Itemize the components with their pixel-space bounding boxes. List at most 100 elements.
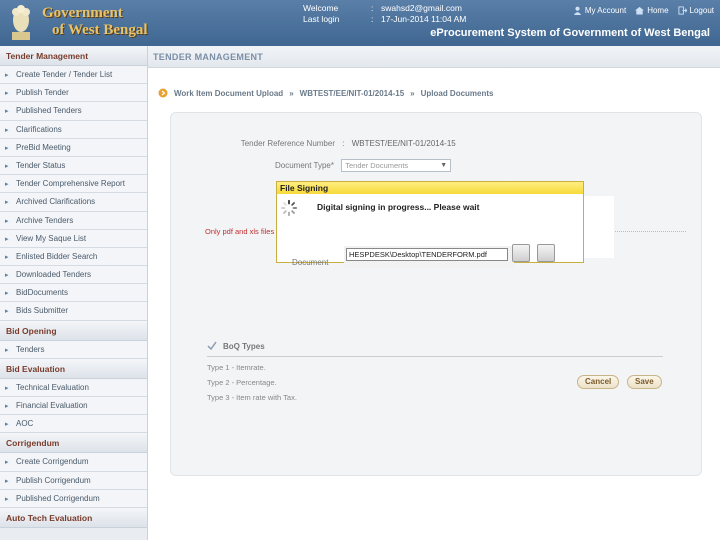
my-account-label: My Account <box>584 6 627 15</box>
sidebar-item-prebid-meeting[interactable]: ▸ PreBid Meeting <box>0 138 147 157</box>
chevron-right-icon: ▸ <box>5 108 9 116</box>
sidebar-item-label: BidDocuments <box>16 288 69 298</box>
state-emblem-icon <box>12 5 30 40</box>
file-path-input[interactable]: HESPDESK\Desktop\TENDERFORM.pdf <box>346 248 508 261</box>
chevron-right-icon: ▸ <box>5 384 9 392</box>
government-title: Government of West Bengal <box>42 5 148 39</box>
chevron-right-icon: ▸ <box>5 253 9 261</box>
sidebar-item-financial-evaluation[interactable]: ▸ Financial Evaluation <box>0 397 147 416</box>
upload-button[interactable] <box>537 244 555 262</box>
logout-link[interactable]: Logout <box>677 6 714 15</box>
chevron-right-icon: ▸ <box>5 495 9 503</box>
sidebar-item-downloaded-tenders[interactable]: ▸ Downloaded Tenders <box>0 266 147 285</box>
sidebar-item-tender-status[interactable]: ▸ Tender Status <box>0 156 147 176</box>
document-type-select[interactable]: Tender Documents ▼ <box>341 159 452 172</box>
sidebar-item-label: Financial Evaluation <box>16 401 88 410</box>
chevron-right-icon: ▸ <box>5 126 9 134</box>
boq-title: BoQ Types <box>223 341 265 351</box>
sidebar-item-publish-tender[interactable]: ▸ Publish Tender <box>0 84 147 103</box>
my-account-link[interactable]: My Account <box>573 6 626 15</box>
sidebar-item-archived-clarifications[interactable]: ▸ Archived Clarifications <box>0 193 147 212</box>
welcome-label: Welcome <box>303 3 339 13</box>
arrow-circle-icon <box>158 88 168 98</box>
breadcrumb-separator: » <box>410 88 415 98</box>
sidebar-item-label: Create Corrigendum <box>16 457 89 467</box>
breadcrumb: Work Item Document Upload » WBTEST/EE/NI… <box>158 88 494 98</box>
sidebar-item-technical-evaluation[interactable]: ▸ Technical Evaluation <box>0 378 147 397</box>
system-title: eProcurement System of Government of Wes… <box>430 27 710 39</box>
sidebar-item-comprehensive-report[interactable]: ▸ Tender Comprehensive Report <box>0 175 147 194</box>
document-label: Document <box>292 258 329 267</box>
browse-button[interactable] <box>512 244 530 262</box>
chevron-right-icon: ▸ <box>5 477 9 485</box>
sidebar-item-aoc[interactable]: ▸ AOC <box>0 415 147 434</box>
sidebar-item-label: Technical Evaluation <box>16 382 89 392</box>
home-icon <box>635 6 645 15</box>
ref-number-value: WBTEST/EE/NIT-01/2014-15 <box>351 139 456 148</box>
ref-number-sep: : <box>342 139 345 148</box>
sidebar: Tender Management ▸ Create Tender / Tende… <box>0 46 148 540</box>
sidebar-item-label: Publish Tender <box>16 88 69 98</box>
sidebar-item-label: Bids Submitter <box>16 306 69 316</box>
welcome-user: swahsd2@gmail.com <box>381 3 462 13</box>
breadcrumb-item-3: Upload Documents <box>420 88 494 98</box>
main-content: TENDER MANAGEMENT Work Item Document Upl… <box>148 46 720 540</box>
sidebar-item-clarifications[interactable]: ▸ Clarifications <box>0 120 147 139</box>
chevron-right-icon: ▸ <box>5 90 9 98</box>
sidebar-item-bidder-search[interactable]: ▸ Enlisted Bidder Search <box>0 247 147 267</box>
sidebar-item-published-corrigendum[interactable]: ▸ Published Corrigendum <box>0 489 147 508</box>
sidebar-section-bid-opening: Bid Opening <box>0 320 147 341</box>
sidebar-item-published-tenders[interactable]: ▸ Published Tenders <box>0 102 147 121</box>
page-title: TENDER MANAGEMENT <box>148 46 720 68</box>
signing-progress-message: Digital signing in progress... Please wa… <box>317 202 480 212</box>
last-login-label: Last login <box>303 14 340 24</box>
chevron-right-icon: ▸ <box>5 181 9 189</box>
sidebar-item-bid-documents[interactable]: ▸ BidDocuments <box>0 284 147 303</box>
sidebar-item-label: PreBid Meeting <box>16 142 71 152</box>
logout-label: Logout <box>689 6 714 15</box>
ref-number-label: Tender Reference Number <box>240 139 335 148</box>
chevron-right-icon: ▸ <box>5 217 9 225</box>
sidebar-item-label: View My Saque List <box>16 233 87 243</box>
boq-item: Type 3 - Item rate with Tax. <box>207 393 297 402</box>
breadcrumb-item-2[interactable]: WBTEST/EE/NIT-01/2014-15 <box>300 89 404 98</box>
user-icon <box>573 6 581 15</box>
top-links: My Account Home Logout <box>573 6 714 15</box>
loading-spinner-icon <box>280 199 298 217</box>
sidebar-item-label: AOC <box>16 419 34 429</box>
boq-header: BoQ Types <box>207 341 663 357</box>
sidebar-section-auto-tech-evaluation: Auto Tech Evaluation <box>0 507 147 528</box>
chevron-right-icon: ▸ <box>5 308 9 316</box>
document-type-label: Document Type* <box>275 160 334 170</box>
sidebar-item-label: Published Corrigendum <box>16 493 100 503</box>
sidebar-item-create-corrigendum[interactable]: ▸ Create Corrigendum <box>0 453 147 472</box>
sidebar-item-label: Archive Tenders <box>16 215 74 225</box>
sidebar-section-bid-evaluation: Bid Evaluation <box>0 358 147 379</box>
sidebar-item-create-tender[interactable]: ▸ Create Tender / Tender List <box>0 66 147 85</box>
top-header: Government of West Bengal Welcome : swah… <box>0 0 720 46</box>
breadcrumb-separator: » <box>289 88 294 98</box>
dialog-shadow <box>584 196 614 258</box>
sidebar-item-label: Clarifications <box>16 124 62 134</box>
sidebar-item-tenders[interactable]: ▸ Tenders <box>0 340 147 359</box>
home-link[interactable]: Home <box>635 6 669 15</box>
sidebar-item-publish-corrigendum[interactable]: ▸ Publish Corrigendum <box>0 471 147 490</box>
sidebar-item-label: Downloaded Tenders <box>16 270 92 280</box>
document-type-row: Document Type* Tender Documents ▼ <box>223 159 452 172</box>
breadcrumb-item-1[interactable]: Work Item Document Upload <box>174 89 283 98</box>
sidebar-item-bids-submitter[interactable]: ▸ Bids Submitter <box>0 302 147 321</box>
last-login-value: 17-Jun-2014 11:04 AM <box>381 14 467 24</box>
logout-icon <box>677 6 687 15</box>
document-type-value: Tender Documents <box>345 161 409 170</box>
chevron-right-icon: ▸ <box>5 403 9 410</box>
boq-item: Type 1 - Itemrate. <box>207 363 266 372</box>
user-info: Welcome : swahsd2@gmail.com Last login :… <box>303 3 466 25</box>
last-login-sep: : <box>371 14 374 24</box>
sidebar-item-saque-list[interactable]: ▸ View My Saque List <box>0 229 147 248</box>
sidebar-item-label: Archived Clarifications <box>16 197 96 207</box>
sidebar-item-archive-tenders[interactable]: ▸ Archive Tenders <box>0 211 147 230</box>
chevron-right-icon: ▸ <box>5 199 9 207</box>
boq-item: Type 2 - Percentage. <box>207 378 277 387</box>
checklist-icon <box>207 341 217 351</box>
ref-number-row: Tender Reference Number : WBTEST/EE/NIT-… <box>223 139 456 148</box>
